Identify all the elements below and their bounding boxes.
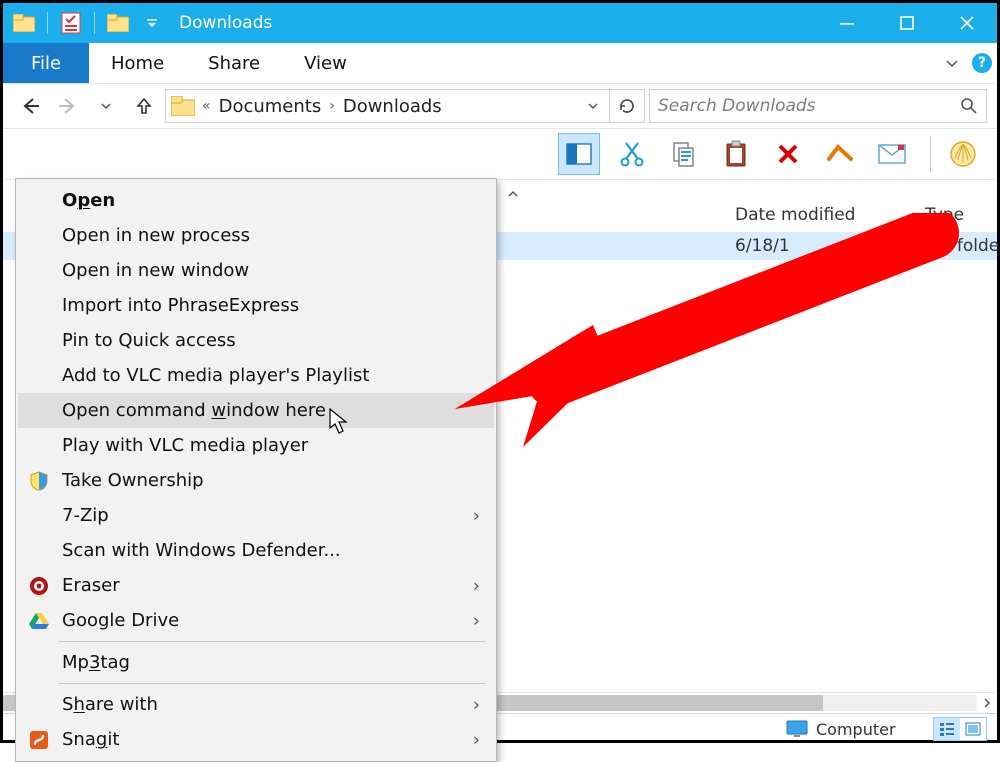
submenu-arrow-icon: ›	[473, 610, 480, 631]
scroll-right-icon[interactable]	[977, 693, 997, 713]
menu-pin-quick-access[interactable]: Pin to Quick access	[18, 323, 494, 358]
breadcrumb-documents[interactable]: Documents	[217, 96, 324, 117]
email-button[interactable]	[872, 134, 912, 174]
address-bar[interactable]: « Documents › Downloads	[165, 89, 645, 123]
breadcrumb-root[interactable]: «	[202, 98, 211, 114]
cut-button[interactable]	[612, 134, 652, 174]
forward-button[interactable]	[51, 89, 85, 123]
context-menu: Open Open in new process Open in new win…	[15, 178, 497, 762]
search-input[interactable]: Search Downloads	[649, 89, 987, 123]
cell-type: File folde	[923, 236, 999, 256]
cell-date: 6/18/1	[735, 236, 790, 256]
folder-icon	[170, 95, 196, 117]
menu-play-vlc[interactable]: Play with VLC media player	[18, 428, 494, 463]
menu-google-drive[interactable]: Google Drive ›	[18, 603, 494, 638]
thumbnails-view-icon[interactable]	[960, 718, 986, 740]
menu-import-phraseexpress[interactable]: Import into PhraseExpress	[18, 288, 494, 323]
submenu-arrow-icon: ›	[473, 575, 480, 596]
menu-open-new-process[interactable]: Open in new process	[18, 218, 494, 253]
view-mode-toggle[interactable]	[933, 717, 987, 741]
up-button[interactable]	[127, 89, 161, 123]
window-title: Downloads	[179, 13, 272, 33]
folder-icon[interactable]	[9, 3, 39, 43]
qat-dropdown-icon[interactable]	[137, 3, 167, 43]
ribbon-collapse-icon[interactable]	[937, 43, 967, 83]
menu-open-new-window[interactable]: Open in new window	[18, 253, 494, 288]
address-dropdown-icon[interactable]	[587, 100, 599, 112]
ribbon-tabs: File Home Share View ?	[3, 43, 997, 84]
help-button[interactable]: ?	[967, 43, 997, 83]
refresh-button[interactable]	[609, 90, 644, 122]
shield-icon	[28, 470, 50, 492]
search-placeholder: Search Downloads	[658, 96, 816, 116]
delete-button[interactable]	[768, 134, 808, 174]
quick-access-toolbar	[3, 3, 167, 43]
preview-pane-button[interactable]	[558, 133, 600, 175]
copy-button[interactable]	[664, 134, 704, 174]
close-button[interactable]	[937, 3, 997, 43]
title-bar: Downloads	[3, 3, 997, 43]
menu-separator	[58, 641, 486, 642]
menu-open-command-window-here[interactable]: Open command window here	[18, 393, 494, 428]
submenu-arrow-icon: ›	[473, 729, 480, 750]
tab-file[interactable]: File	[3, 43, 89, 83]
paste-button[interactable]	[716, 134, 756, 174]
column-type[interactable]: Type	[925, 205, 964, 225]
menu-eraser[interactable]: Eraser ›	[18, 568, 494, 603]
menu-scan-defender[interactable]: Scan with Windows Defender...	[18, 533, 494, 568]
tab-home[interactable]: Home	[89, 43, 186, 83]
submenu-arrow-icon: ›	[473, 694, 480, 715]
command-toolbar	[3, 129, 997, 180]
menu-add-vlc-playlist[interactable]: Add to VLC media player's Playlist	[18, 358, 494, 393]
properties-icon[interactable]	[56, 3, 86, 43]
menu-snagit[interactable]: Snagit ›	[18, 722, 494, 757]
menu-open[interactable]: Open	[18, 183, 494, 218]
submenu-arrow-icon: ›	[473, 505, 480, 526]
menu-mp3tag[interactable]: Mp3tag	[18, 645, 494, 680]
menu-share-with[interactable]: Share with ›	[18, 687, 494, 722]
eraser-icon	[28, 575, 50, 597]
column-date-modified[interactable]: Date modified	[735, 205, 855, 225]
search-icon	[960, 97, 978, 115]
menu-take-ownership[interactable]: Take Ownership	[18, 463, 494, 498]
details-view-icon[interactable]	[934, 718, 960, 740]
monitor-icon	[786, 720, 808, 738]
chevron-right-icon[interactable]: ›	[329, 98, 335, 114]
folder-icon[interactable]	[103, 3, 133, 43]
tab-share[interactable]: Share	[186, 43, 282, 83]
breadcrumb-downloads[interactable]: Downloads	[341, 96, 444, 117]
help-icon: ?	[972, 53, 992, 73]
window-controls	[817, 3, 997, 43]
tab-view[interactable]: View	[282, 43, 369, 83]
back-button[interactable]	[13, 89, 47, 123]
navigation-bar: « Documents › Downloads Search Downloads	[3, 84, 997, 129]
recent-locations-dropdown[interactable]	[89, 89, 123, 123]
maximize-button[interactable]	[877, 3, 937, 43]
status-location-label: Computer	[816, 720, 896, 739]
minimize-button[interactable]	[817, 3, 877, 43]
menu-separator	[58, 683, 486, 684]
rename-button[interactable]	[820, 134, 860, 174]
shell-button[interactable]	[943, 134, 983, 174]
snagit-icon	[28, 729, 50, 751]
google-drive-icon	[28, 610, 50, 632]
menu-7zip[interactable]: 7-Zip ›	[18, 498, 494, 533]
